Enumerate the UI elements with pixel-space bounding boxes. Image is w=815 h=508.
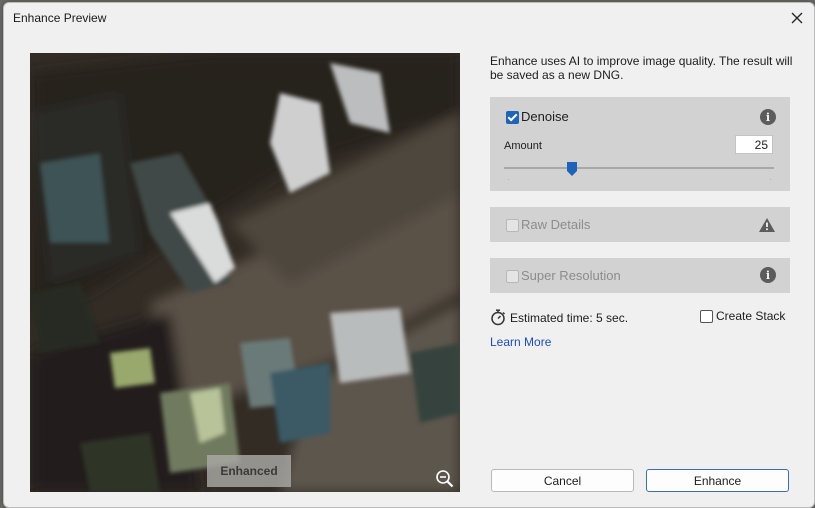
enhance-button[interactable]: Enhance xyxy=(646,469,789,492)
warning-icon[interactable] xyxy=(758,217,776,233)
zoom-button[interactable] xyxy=(435,469,455,489)
title-bar: Enhance Preview xyxy=(4,3,814,33)
amount-input[interactable] xyxy=(735,135,773,154)
super-resolution-label: Super Resolution xyxy=(521,268,621,283)
stopwatch-icon xyxy=(491,309,505,326)
super-resolution-panel: Super Resolution i xyxy=(490,258,790,293)
denoise-panel: Denoise i Amount xyxy=(490,97,790,191)
image-preview[interactable]: Enhanced xyxy=(30,53,460,492)
learn-more-link[interactable]: Learn More xyxy=(490,335,551,349)
window-title: Enhance Preview xyxy=(13,11,107,25)
close-button[interactable] xyxy=(787,8,807,28)
raw-details-checkbox[interactable] xyxy=(506,219,519,232)
raw-details-label: Raw Details xyxy=(521,217,591,232)
slider-thumb[interactable] xyxy=(567,162,577,177)
zoom-out-icon xyxy=(436,470,454,488)
slider-track xyxy=(504,167,774,169)
slider-tick xyxy=(508,179,509,180)
estimated-time-text: Estimated time: 5 sec. xyxy=(510,311,629,325)
info-icon[interactable]: i xyxy=(760,267,776,283)
info-icon[interactable]: i xyxy=(760,109,776,125)
amount-label: Amount xyxy=(504,140,542,152)
create-stack-checkbox[interactable] xyxy=(700,310,713,323)
create-stack-label: Create Stack xyxy=(716,309,786,323)
close-icon xyxy=(791,12,803,24)
denoise-checkbox[interactable] xyxy=(506,111,519,124)
preview-image xyxy=(30,53,460,492)
enhance-preview-dialog: Enhance Preview Enhanced Enhance uses AI… xyxy=(3,2,815,508)
denoise-label: Denoise xyxy=(521,109,569,124)
slider-tick xyxy=(770,179,771,180)
cancel-button[interactable]: Cancel xyxy=(491,469,634,492)
enhanced-badge: Enhanced xyxy=(207,455,291,487)
amount-slider[interactable] xyxy=(504,159,774,181)
super-resolution-checkbox[interactable] xyxy=(506,270,519,283)
description-text: Enhance uses AI to improve image quality… xyxy=(490,54,793,82)
raw-details-panel: Raw Details xyxy=(490,207,790,242)
